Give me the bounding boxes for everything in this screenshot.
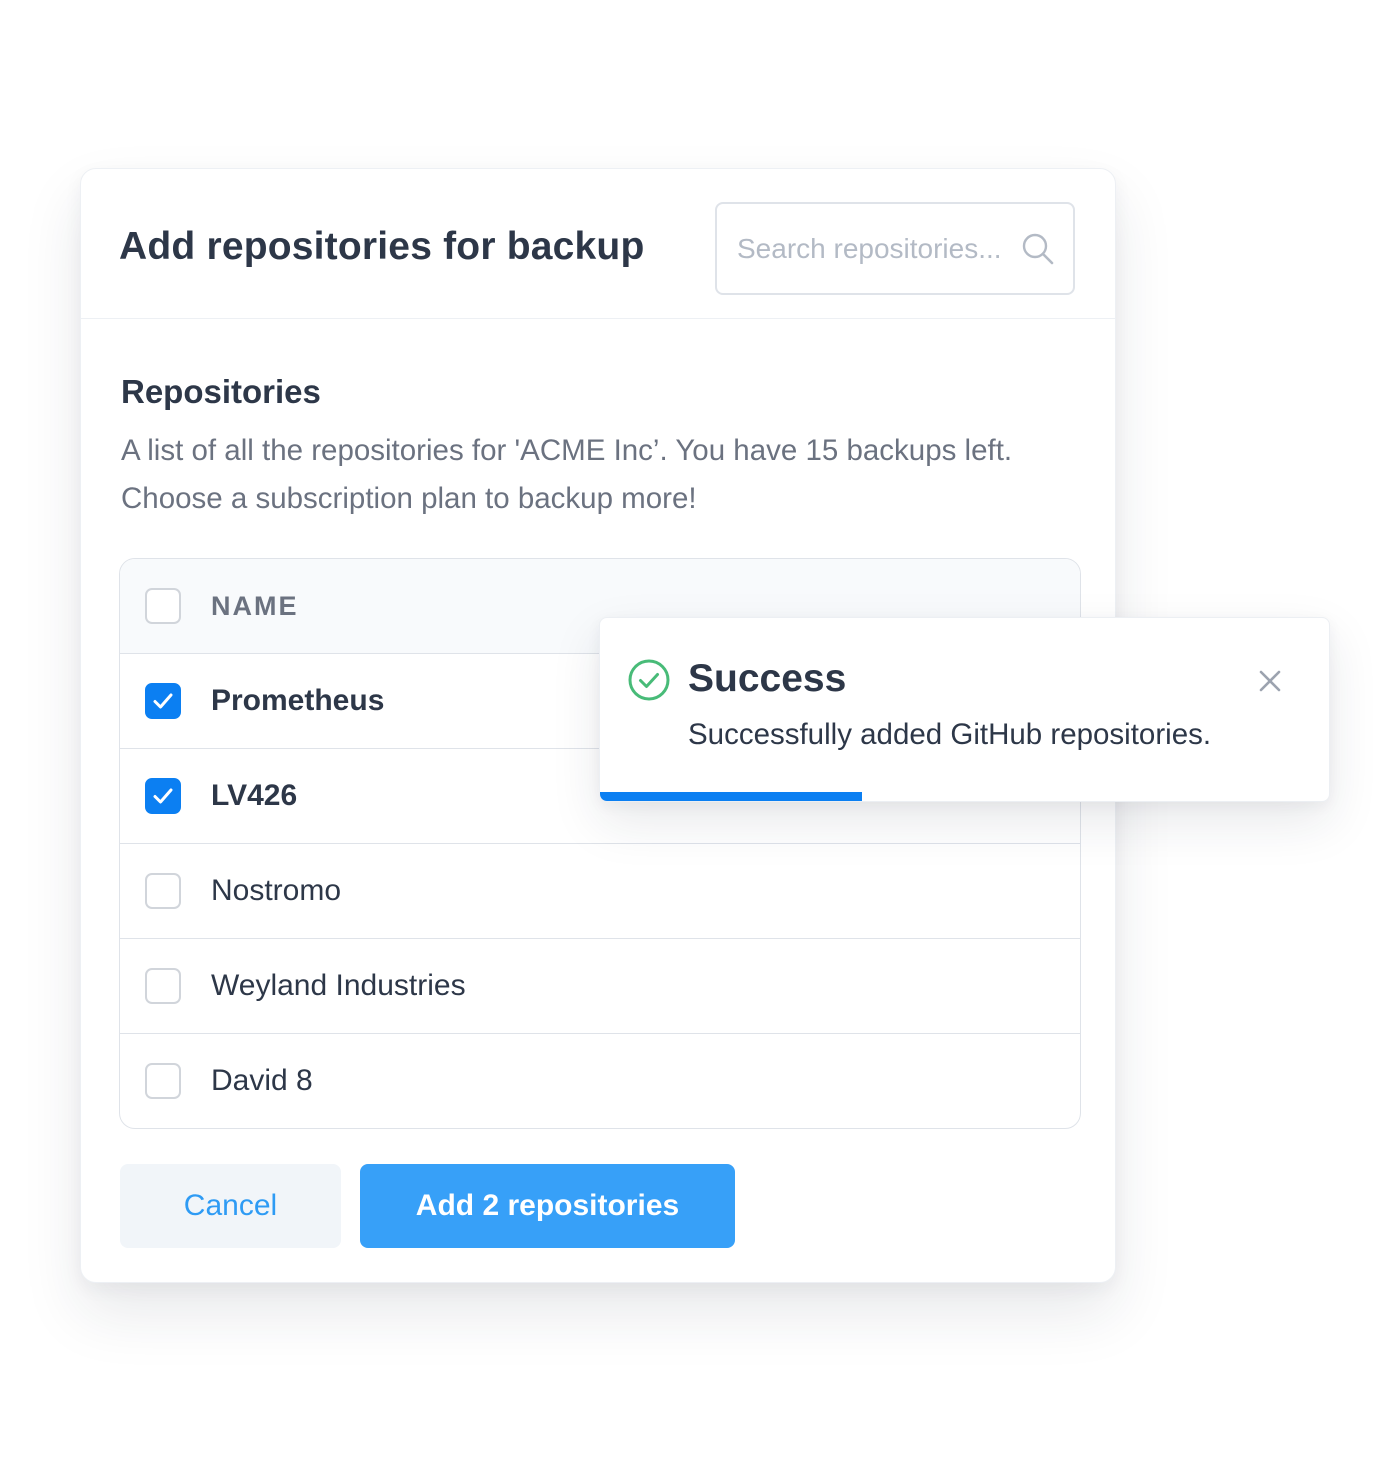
- search-icon[interactable]: [1021, 232, 1055, 266]
- table-row[interactable]: Nostromo: [120, 844, 1080, 939]
- section-title: Repositories: [121, 373, 321, 410]
- check-icon: [153, 693, 173, 709]
- toast-progress-fill: [600, 792, 863, 801]
- row-checkbox[interactable]: [145, 968, 181, 1004]
- section-description: A list of all the repositories for 'ACME…: [121, 434, 1013, 515]
- add-repositories-button[interactable]: Add 2 repositories: [360, 1164, 735, 1248]
- row-checkbox[interactable]: [145, 1063, 181, 1099]
- repository-name: Prometheus: [211, 684, 385, 717]
- repository-name: Nostromo: [211, 874, 342, 907]
- check-icon: [153, 788, 173, 804]
- toast-close-button[interactable]: [1255, 666, 1285, 696]
- toast-title: Success: [688, 657, 847, 700]
- repository-name: David 8: [211, 1064, 313, 1097]
- repository-name: LV426: [211, 779, 298, 812]
- row-checkbox[interactable]: [145, 778, 181, 814]
- select-all-checkbox[interactable]: [145, 588, 181, 624]
- table-row[interactable]: David 8: [120, 1034, 1080, 1128]
- search-box[interactable]: [715, 202, 1075, 295]
- toast-message: Successfully added GitHub repositories.: [688, 718, 1212, 751]
- toast-progress-bar: [600, 792, 1329, 801]
- row-checkbox[interactable]: [145, 873, 181, 909]
- search-input[interactable]: [737, 204, 1007, 293]
- repository-name: Weyland Industries: [211, 969, 466, 1002]
- row-checkbox[interactable]: [145, 683, 181, 719]
- dialog-title: Add repositories for backup: [119, 225, 645, 268]
- cancel-button[interactable]: Cancel: [120, 1164, 341, 1248]
- table-row[interactable]: Weyland Industries: [120, 939, 1080, 1034]
- close-icon: [1259, 670, 1281, 692]
- dialog-header: Add repositories for backup: [81, 169, 1115, 319]
- success-toast: Success Successfully added GitHub reposi…: [599, 617, 1330, 802]
- column-header-name: NAME: [211, 591, 299, 621]
- check-circle-icon: [628, 659, 670, 701]
